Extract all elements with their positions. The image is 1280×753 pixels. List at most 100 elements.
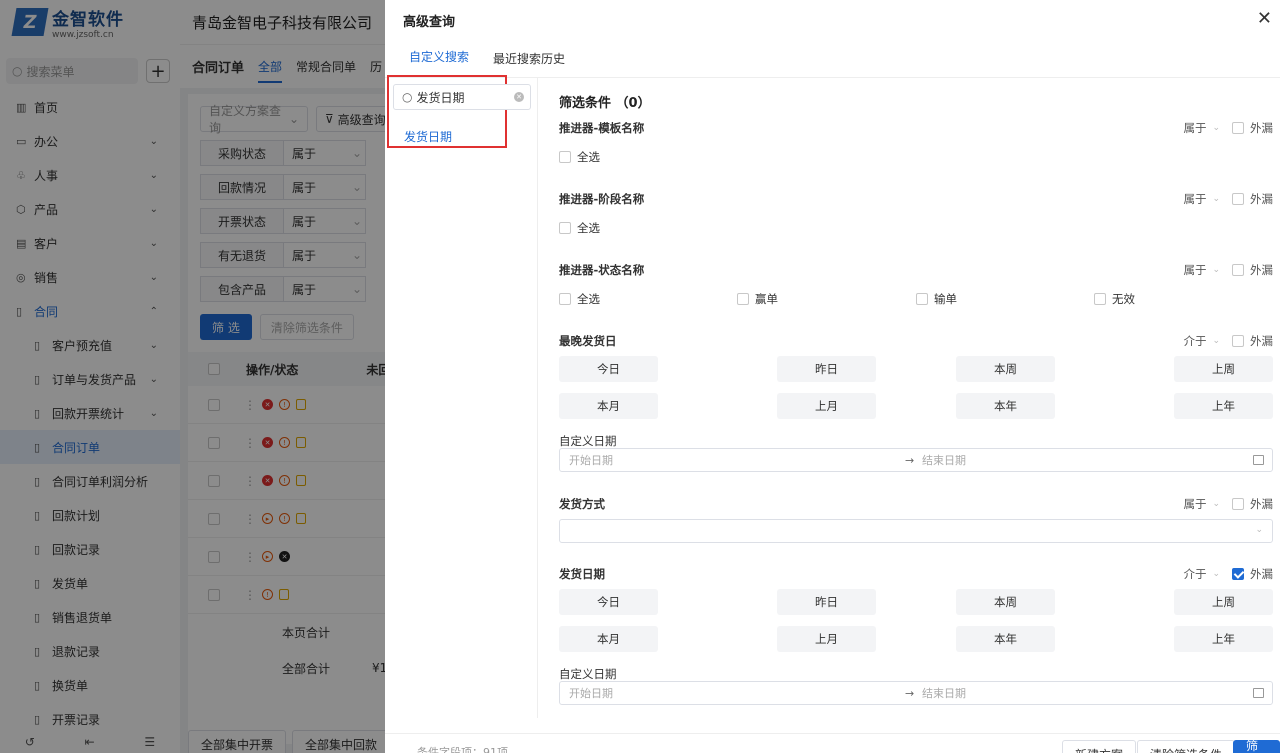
date-quick-button[interactable]: 上年 <box>1174 626 1273 652</box>
date-range-picker[interactable]: 开始日期 → 结束日期 <box>559 448 1273 472</box>
operator-select[interactable]: 属于 <box>1183 262 1206 278</box>
drawer-footer: 条件字段项：91项 新建方案 清除筛选条件 筛选 <box>385 733 1280 753</box>
date-quick-button[interactable]: 上月 <box>777 626 876 652</box>
leak-label: 外漏 <box>1250 192 1273 206</box>
option-checkbox[interactable]: 全选 <box>559 149 600 165</box>
start-date-input[interactable]: 开始日期 <box>569 452 613 468</box>
operator-select[interactable]: 介于 <box>1183 333 1206 349</box>
date-quick-button[interactable]: 上年 <box>1174 393 1273 419</box>
operator-select[interactable]: 属于 <box>1183 120 1206 136</box>
leak-label: 外漏 <box>1250 334 1273 348</box>
date-quick-button[interactable]: 上周 <box>1174 356 1273 382</box>
drawer-tabs: 自定义搜索 最近搜索历史 <box>385 40 1280 78</box>
checkbox[interactable] <box>737 293 749 305</box>
date-range-picker[interactable]: 开始日期 → 结束日期 <box>559 681 1273 705</box>
date-quick-button[interactable]: 今日 <box>559 356 658 382</box>
new-plan-button[interactable]: 新建方案 <box>1062 740 1137 753</box>
option-checkbox[interactable]: 输单 <box>916 291 957 307</box>
date-quick-button[interactable]: 本月 <box>559 393 658 419</box>
option-checkbox[interactable]: 赢单 <box>737 291 778 307</box>
condition-section: 推进器-阶段名称 属于 ⌄ 外漏 <box>559 191 1273 211</box>
option-checkbox[interactable]: 全选 <box>559 220 600 236</box>
search-icon: ○ <box>402 90 413 104</box>
option-label: 全选 <box>577 292 600 306</box>
chevron-down-icon: ⌄ <box>1212 123 1220 133</box>
option-label: 全选 <box>577 150 600 164</box>
condition-title: 推进器-状态名称 <box>559 263 645 277</box>
calendar-icon <box>1253 455 1264 465</box>
condition-operator: 介于 ⌄ 外漏 <box>1183 333 1273 349</box>
chevron-down-icon: ⌄ <box>1212 265 1220 275</box>
operator-select[interactable]: 属于 <box>1183 496 1206 512</box>
condition-options: 全选 <box>559 149 1273 165</box>
delivery-method-select[interactable]: ⌄ <box>559 519 1273 543</box>
checkbox[interactable] <box>559 293 571 305</box>
option-label: 输单 <box>934 292 957 306</box>
field-result-item[interactable]: 发货日期 <box>404 128 452 145</box>
option-checkbox[interactable]: 全选 <box>559 291 600 307</box>
close-icon[interactable]: ✕ <box>1257 8 1272 29</box>
clear-icon[interactable]: ✕ <box>514 92 524 102</box>
date-quick-button[interactable]: 今日 <box>559 589 658 615</box>
condition-title: 推进器-阶段名称 <box>559 192 645 206</box>
condition-title: 发货日期 <box>559 567 605 581</box>
clear-conditions-button[interactable]: 清除筛选条件 <box>1137 740 1236 753</box>
date-quick-button[interactable]: 昨日 <box>777 356 876 382</box>
leak-checkbox[interactable] <box>1232 335 1244 347</box>
checkbox[interactable] <box>1094 293 1106 305</box>
tab-search-history[interactable]: 最近搜索历史 <box>493 50 565 77</box>
end-date-input[interactable]: 结束日期 <box>922 452 966 468</box>
date-quick-button[interactable]: 上周 <box>1174 589 1273 615</box>
checkbox[interactable] <box>559 151 571 163</box>
start-date-input[interactable]: 开始日期 <box>569 685 613 701</box>
condition-section: 发货日期 介于 ⌄ 外漏 <box>559 566 1273 586</box>
option-label: 赢单 <box>755 292 778 306</box>
condition-options: 全选 <box>559 220 1273 236</box>
arrow-right-icon: → <box>905 686 915 700</box>
checkbox[interactable] <box>916 293 928 305</box>
date-quick-button[interactable]: 本周 <box>956 589 1055 615</box>
field-search-input[interactable]: ○ 发货日期 ✕ <box>393 84 531 110</box>
operator-select[interactable]: 介于 <box>1183 566 1206 582</box>
date-quick-button[interactable]: 本年 <box>956 393 1055 419</box>
date-quick-button[interactable]: 本年 <box>956 626 1055 652</box>
leak-checkbox[interactable] <box>1232 264 1244 276</box>
app-root: Z 金智软件 www.jzsoft.cn ○ 搜索菜单 + ▥ 首页 ▭ 办公 ⌄ ♧ 人事… <box>0 0 1280 753</box>
advanced-search-drawer: 高级查询 ✕ 自定义搜索 最近搜索历史 ○ 发货日期 ✕ 发货日期 筛选条件 （… <box>385 0 1280 753</box>
calendar-icon <box>1253 688 1264 698</box>
chevron-down-icon: ⌄ <box>1212 336 1220 346</box>
date-quick-button[interactable]: 本月 <box>559 626 658 652</box>
condition-title: 最晚发货日 <box>559 334 617 348</box>
option-checkbox[interactable]: 无效 <box>1094 291 1135 307</box>
leak-checkbox[interactable] <box>1232 498 1244 510</box>
leak-checkbox[interactable] <box>1232 122 1244 134</box>
modal-overlay[interactable] <box>0 0 385 753</box>
chevron-down-icon: ⌄ <box>1212 194 1220 204</box>
option-label: 无效 <box>1112 292 1135 306</box>
submit-filter-button[interactable]: 筛选 <box>1233 739 1280 753</box>
checkbox[interactable] <box>559 222 571 234</box>
condition-section: 发货方式 属于 ⌄ 外漏 <box>559 496 1273 516</box>
condition-section: 推进器-模板名称 属于 ⌄ 外漏 <box>559 120 1273 140</box>
leak-label: 外漏 <box>1250 567 1273 581</box>
condition-title: 发货方式 <box>559 497 605 511</box>
condition-operator: 属于 ⌄ 外漏 <box>1183 191 1273 207</box>
condition-section: 最晚发货日 介于 ⌄ 外漏 <box>559 333 1273 353</box>
leak-checkbox[interactable] <box>1232 193 1244 205</box>
chevron-down-icon: ⌄ <box>1212 569 1220 579</box>
leak-checkbox[interactable] <box>1232 568 1244 580</box>
condition-operator: 属于 ⌄ 外漏 <box>1183 262 1273 278</box>
option-label: 全选 <box>577 221 600 235</box>
end-date-input[interactable]: 结束日期 <box>922 685 966 701</box>
arrow-right-icon: → <box>905 453 915 467</box>
condition-operator: 属于 ⌄ 外漏 <box>1183 496 1273 512</box>
date-quick-button[interactable]: 本周 <box>956 356 1055 382</box>
condition-operator: 介于 ⌄ 外漏 <box>1183 566 1273 582</box>
condition-section: 推进器-状态名称 属于 ⌄ 外漏 <box>559 262 1273 282</box>
chevron-down-icon: ⌄ <box>1212 499 1220 509</box>
tab-custom-search[interactable]: 自定义搜索 <box>409 48 470 77</box>
date-quick-button[interactable]: 昨日 <box>777 589 876 615</box>
operator-select[interactable]: 属于 <box>1183 191 1206 207</box>
date-quick-button[interactable]: 上月 <box>777 393 876 419</box>
conditions-title: 筛选条件 （0） <box>559 96 651 111</box>
